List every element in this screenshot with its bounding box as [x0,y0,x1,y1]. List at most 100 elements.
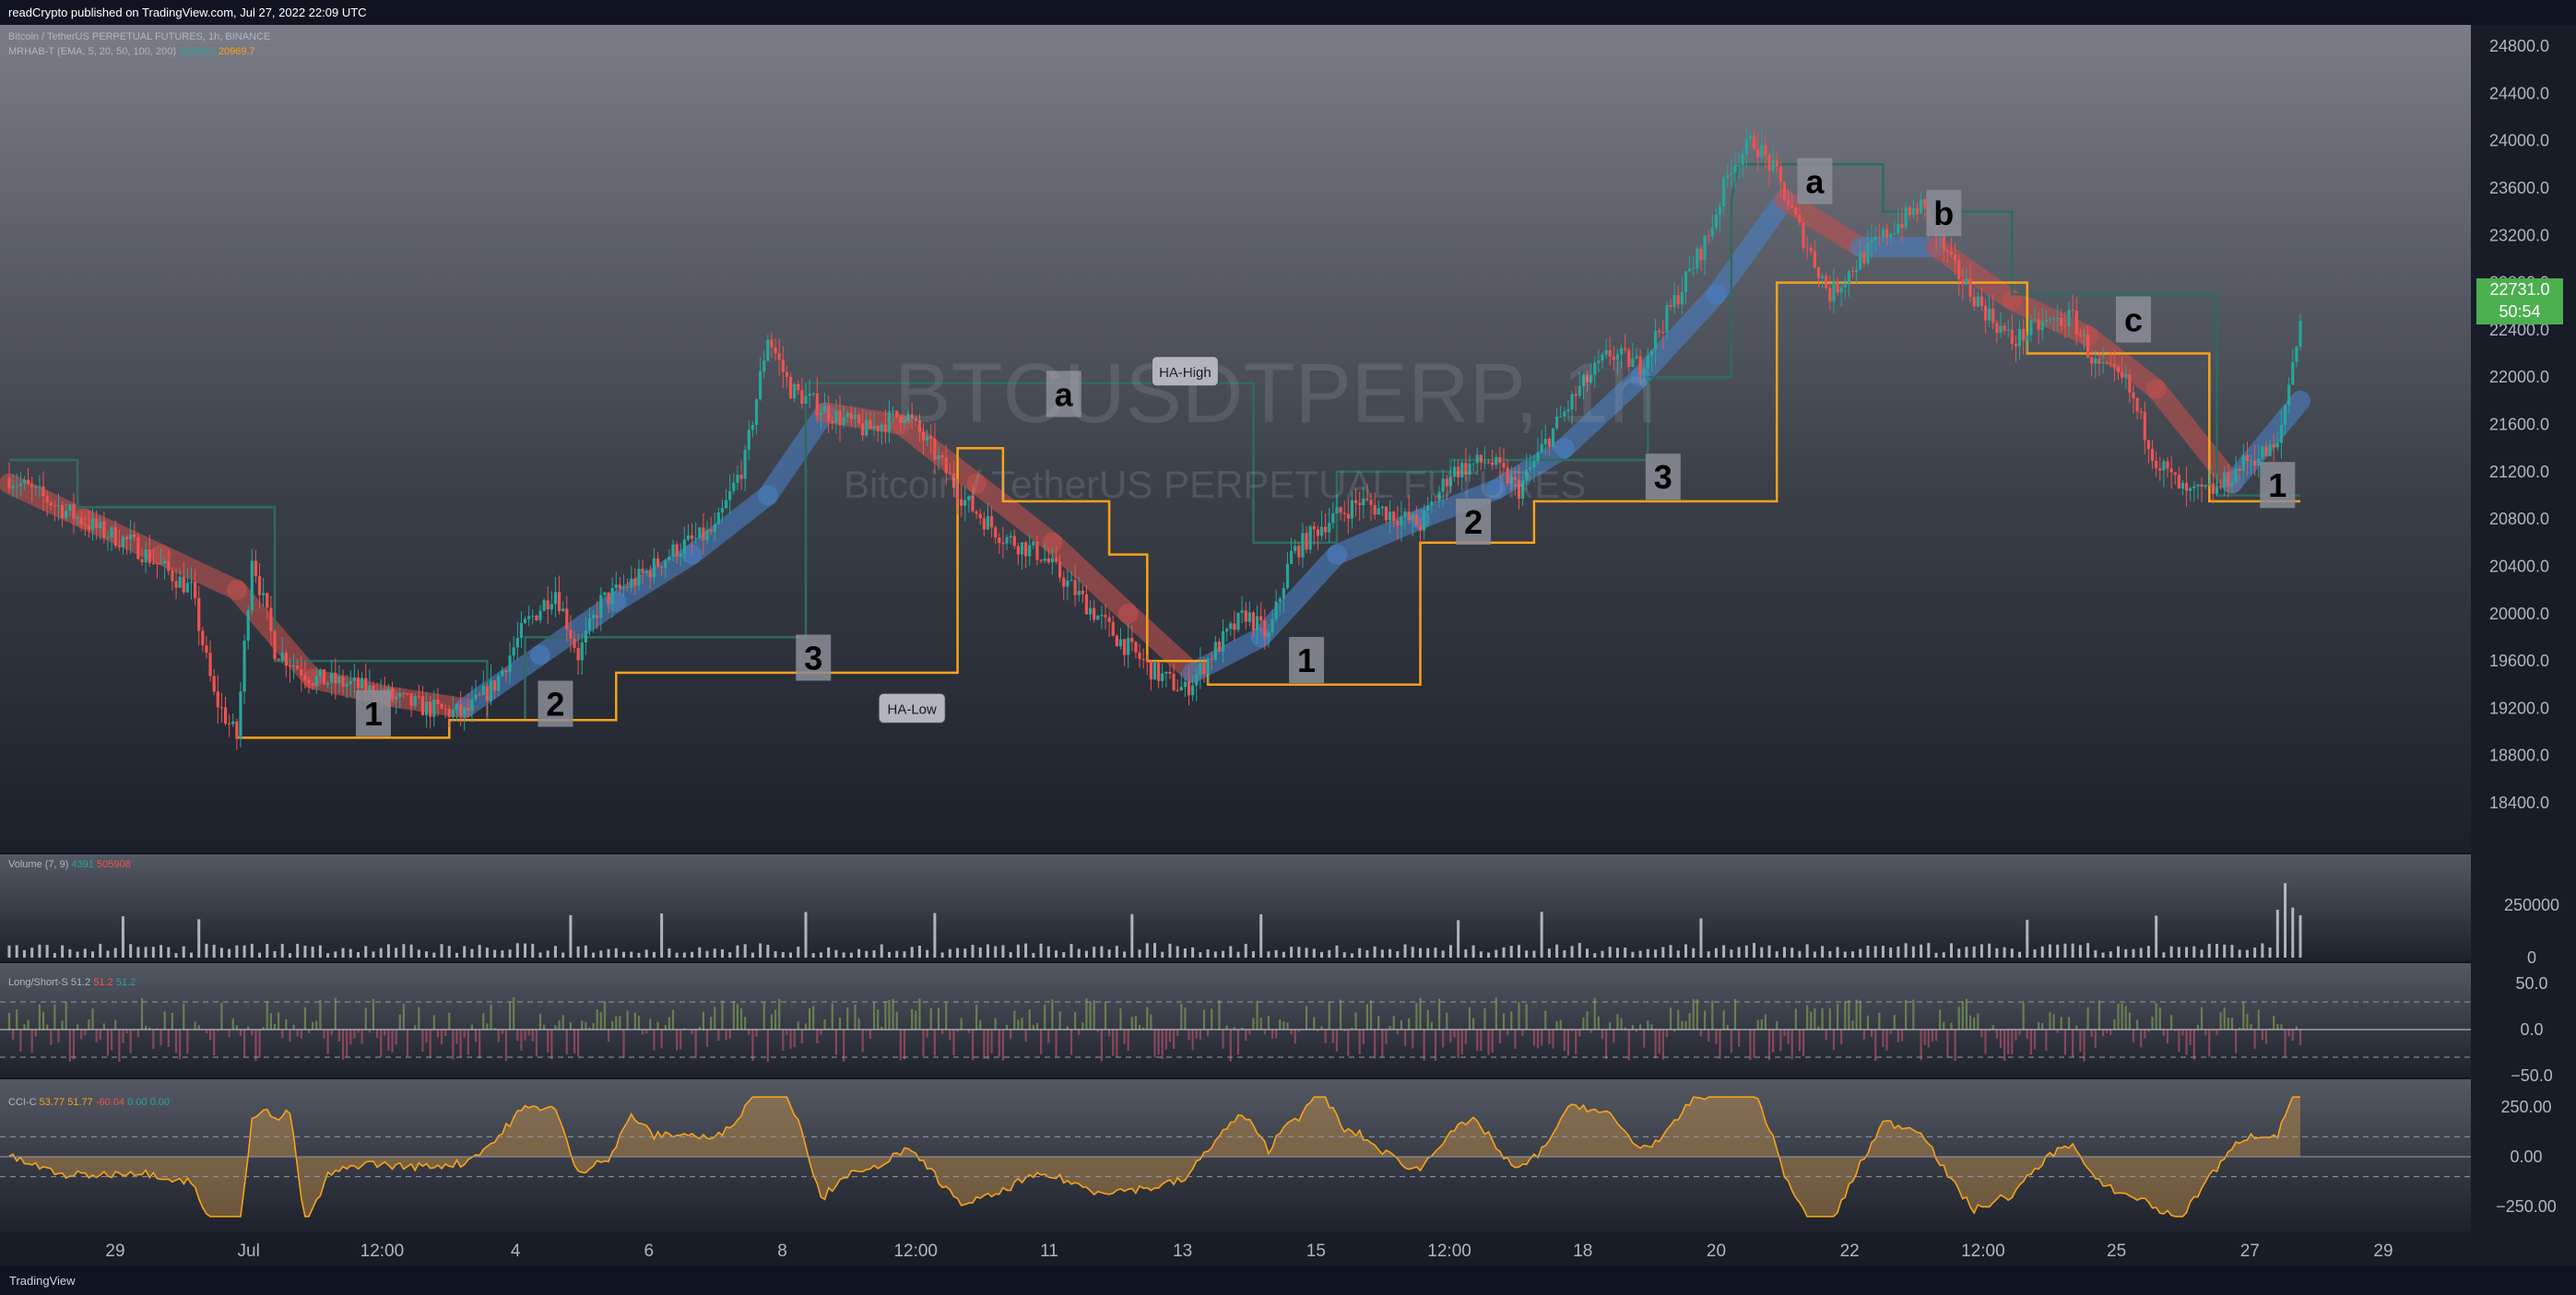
candle-body [2026,335,2029,341]
candle-body [880,424,883,431]
last-price-badge: 22731.0 50:54 [2476,278,2563,324]
price-tick-label: 18800.0 [2489,747,2549,765]
volume-bar [948,948,951,958]
volume-legend-text: Volume (7, 9) [8,859,69,870]
symbol-legend[interactable]: Bitcoin / TetherUS PERPETUAL FUTURES, 1h… [8,31,270,42]
volume-bar [1168,943,1172,958]
volume-bar [1730,949,1733,958]
candle-body [1152,662,1157,680]
candle-body [1339,507,1342,513]
volume-bar [1418,948,1422,958]
candle-body [1945,250,1949,252]
candle-body [827,406,831,421]
candle-body [1138,652,1141,660]
candle-body [527,616,531,619]
candle-body [770,339,774,347]
volume-bar [1942,952,1945,958]
candle-body [420,696,425,715]
candle-body [1703,235,1707,261]
wave-label-3: 3 [804,639,822,677]
volume-bar [334,951,337,958]
candle-body [2279,425,2284,443]
candle-body [1054,558,1058,562]
candle-body [1255,616,1259,630]
wave-label-2: 2 [1464,503,1483,541]
candle-body [356,677,360,689]
volume-bar [888,951,892,958]
volume-bar [45,945,49,958]
candle-body [1828,288,1832,302]
candle-body [1658,330,1661,333]
volume-bar [2185,947,2189,958]
indicator-legend[interactable]: MRHAB-T (EMA, 5, 20, 50, 100, 200) 21248… [8,46,255,57]
candle-body [580,642,584,661]
candle-body [1164,672,1168,674]
volume-bar [1062,951,1066,958]
candle-body [2063,325,2067,327]
volume-bar [1532,950,1536,958]
cci-legend[interactable]: CCI-C 53.77 51.77 -60.04 0.00 0.00 [8,1097,170,1108]
candle-body [325,682,330,685]
chart-area[interactable]: 18400.018800.019200.019600.020000.020400… [0,25,2576,1266]
candle-body [587,618,592,631]
volume-bar [668,948,671,958]
ls-legend[interactable]: Long/Short-S 51.2 51.2 51.2 [8,977,136,988]
candle-body [1134,642,1138,653]
candle-body [2196,484,2200,487]
volume-bar [1093,947,1096,958]
candle-body [2060,317,2063,326]
candle-body [413,696,417,706]
volume-bar [1107,949,1111,958]
volume-bar [2117,946,2121,958]
volume-bar [1873,946,1877,958]
volume-bar [1199,952,1202,958]
tradingview-logo[interactable]: TradingView [9,1274,76,1288]
candle-body [1290,550,1294,564]
candle-body [2238,468,2241,471]
volume-bar [1464,949,1468,958]
candle-body [1748,135,1753,139]
volume-bar [804,912,808,958]
candle-body [136,536,140,559]
candle-body [1825,276,1828,288]
volume-bar [2284,883,2287,958]
candle-body [626,586,630,588]
volume-bar [1161,951,1164,958]
candle-body [857,414,861,424]
candle-body [603,592,607,595]
candle-body [1263,620,1267,638]
price-tick-label: 23600.0 [2489,179,2549,197]
volume-bar [1753,943,1756,958]
volume-bar [2200,949,2204,958]
candle-body [682,539,686,554]
candle-body [1062,577,1066,587]
volume-bar [91,951,95,958]
volume-bar [478,945,481,958]
volume-bar [470,948,474,958]
candle-body [2200,484,2204,488]
candle-body [1195,674,1199,686]
candle-body [467,707,470,711]
candle-body [254,560,258,576]
volume-bar [524,943,527,958]
candle-body [489,680,493,701]
candle-body [842,417,845,426]
volume-bar [705,950,709,958]
volume-bar [789,952,793,958]
candle-body [538,610,542,620]
candle-body [1744,138,1748,155]
volume-bar [1737,947,1741,958]
candle-body [334,672,337,684]
candle-body [1794,206,1798,215]
volume-bar [1305,948,1308,958]
candle-body [2146,440,2151,450]
candle-body [872,426,876,430]
candle-body [1213,642,1217,660]
volume-bar [1517,945,1520,958]
candle-body [766,339,770,361]
candle-body [1991,308,1995,324]
volume-legend[interactable]: Volume (7, 9) 4391 505908 [8,859,131,870]
candle-body [1710,228,1714,237]
ls-tick-label: 0.0 [2520,1020,2543,1039]
ls-tick-label: −50.0 [2511,1066,2553,1085]
